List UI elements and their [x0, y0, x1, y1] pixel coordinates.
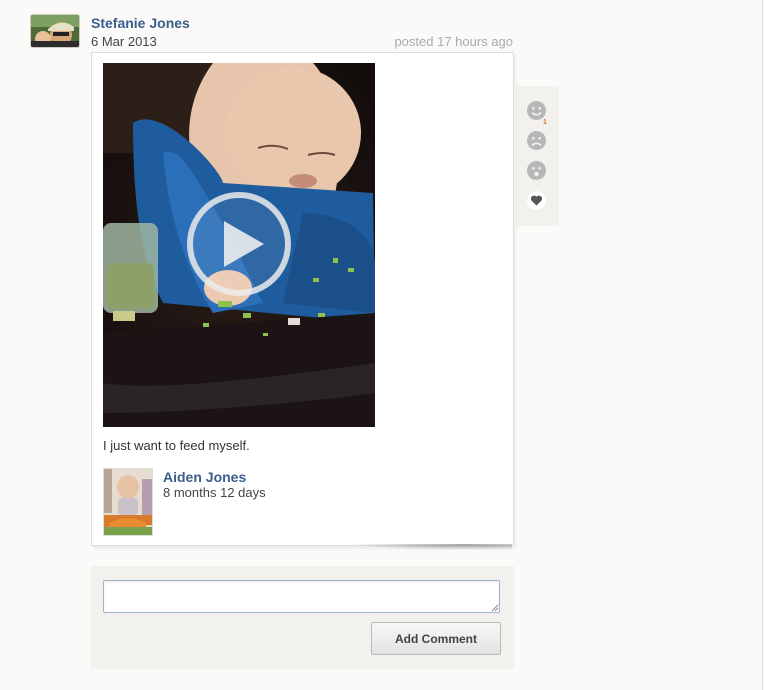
card-shadow — [350, 544, 512, 550]
reactions-panel: 1 — [514, 86, 559, 226]
resize-handle-icon[interactable] — [491, 604, 499, 612]
smile-count: 1 — [543, 119, 547, 126]
author-name[interactable]: Stefanie Jones — [91, 15, 190, 31]
add-comment-button[interactable]: Add Comment — [371, 622, 501, 655]
video-thumbnail[interactable] — [103, 63, 375, 427]
posted-time: posted 17 hours ago — [394, 34, 513, 49]
post-card: I just want to feed myself. Aiden Jones … — [91, 52, 514, 546]
post-caption: I just want to feed myself. — [103, 438, 250, 453]
child-avatar[interactable] — [103, 468, 153, 536]
child-name[interactable]: Aiden Jones — [163, 469, 246, 485]
play-icon[interactable] — [186, 191, 292, 297]
page-divider — [762, 0, 763, 690]
heart-icon[interactable] — [526, 190, 547, 211]
comment-input[interactable] — [103, 580, 500, 613]
smile-icon[interactable] — [526, 100, 547, 121]
surprised-icon[interactable] — [526, 160, 547, 181]
comment-form: Add Comment — [91, 566, 514, 669]
frown-icon[interactable] — [526, 130, 547, 151]
child-age: 8 months 12 days — [163, 485, 266, 500]
post-date: 6 Mar 2013 — [91, 34, 157, 49]
author-avatar[interactable] — [30, 14, 80, 48]
